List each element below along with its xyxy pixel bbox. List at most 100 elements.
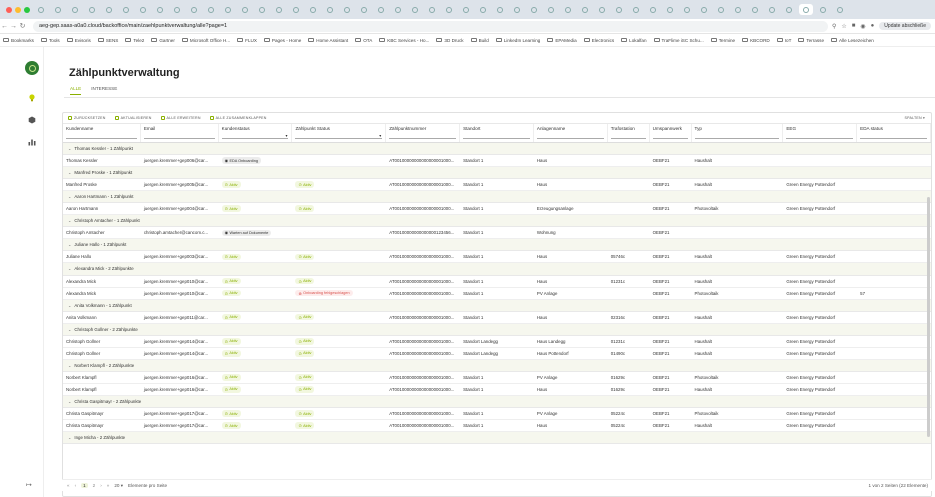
browser-tab[interactable] [204,4,218,15]
browser-tab[interactable] [391,4,405,15]
table-row[interactable]: Christoph Amtacher christoph.amtacher@can… [63,227,931,240]
browser-tab[interactable] [578,4,592,15]
close-window-icon[interactable] [6,6,12,13]
group-row[interactable]: ⌄ Anita Volkmann - 1 Zählpunkt [63,299,931,312]
maximize-window-icon[interactable] [24,6,30,13]
column-header[interactable]: Kundenname [63,124,141,142]
column-header[interactable]: Zählpunkt Status ▾ [292,124,387,142]
browser-tab[interactable] [510,4,524,15]
group-row[interactable]: ⌄ Christoph Amtacher - 1 Zählpunkt [63,215,931,228]
bookmark-item[interactable]: Alle Lesezeichen [831,38,874,43]
browser-tab[interactable] [238,4,252,15]
browser-tab[interactable] [629,4,643,15]
browser-tab[interactable] [748,4,762,15]
bookmark-item[interactable]: Microsoft Office H... [181,38,230,43]
browser-tab[interactable] [68,4,82,15]
back-icon[interactable]: ← [0,23,9,30]
table-row[interactable]: Juliane Hallo juergen.kremmer+gep003@car.… [63,251,931,264]
column-header[interactable]: Email [141,124,219,142]
table-row[interactable]: Anita Volkmann juergen.kremmer+gep011@car… [63,311,931,324]
column-header[interactable]: Trafostation [608,124,650,142]
browser-tab[interactable] [102,4,116,15]
last-page-icon[interactable]: » [107,483,110,488]
group-row[interactable]: ⌄ Christa Gaspitmayr - 2 Zählpunkte [63,395,931,409]
chevron-down-icon[interactable]: ⌄ [68,218,71,223]
column-header[interactable]: Standort [460,124,534,142]
tab-interesse[interactable]: INTERESSE [91,86,117,95]
column-filter-input[interactable] [143,138,215,139]
bookmark-item[interactable]: Evisoris [66,38,91,43]
browser-tab[interactable] [527,4,541,15]
browser-tab[interactable] [272,4,286,15]
first-page-icon[interactable]: « [67,483,70,488]
chevron-down-icon[interactable]: ⌄ [68,363,71,368]
browser-tab[interactable] [782,4,796,15]
browser-tab[interactable] [544,4,558,15]
browser-tab[interactable] [221,4,235,15]
hexagon-icon[interactable] [28,116,36,124]
browser-tab[interactable] [765,4,779,15]
browser-tab[interactable] [714,4,728,15]
column-header[interactable]: EDA status [857,124,931,142]
group-row[interactable]: ⌄ Thomas Kessler - 1 Zählpunkt [63,143,931,156]
bookmark-item[interactable]: LinkedIn Learning [495,38,540,43]
browser-tab[interactable] [459,4,473,15]
column-header[interactable]: Umspannwerk [650,124,692,142]
browser-tab[interactable] [816,4,830,15]
update-button[interactable]: Update abschließe [879,22,931,30]
column-filter-input[interactable] [652,138,688,139]
profile-icon[interactable]: ● [871,23,875,29]
vertical-scrollbar[interactable] [927,197,930,437]
chevron-down-icon[interactable]: ⌄ [68,303,71,308]
table-row[interactable]: Alexandra Mick juergen.kremmer+gep010@car… [63,287,931,300]
browser-tab[interactable] [153,4,167,15]
bookmark-item[interactable]: FLUX [237,38,257,43]
browser-tab[interactable] [187,4,201,15]
browser-tab[interactable] [680,4,694,15]
group-row[interactable]: ⌄ Juliane Hallo - 1 Zählpunkt [63,239,931,252]
bookmark-item[interactable]: IoT [776,38,791,43]
reset-button[interactable]: ZURÜCKSETZEN [68,116,106,120]
app-logo[interactable] [25,61,39,75]
column-header[interactable]: Zählpunktnummer [386,124,461,142]
browser-tab[interactable] [408,4,422,15]
column-header[interactable]: EEG [783,124,858,142]
reload-icon[interactable]: ↻ [18,22,27,30]
group-row[interactable]: ⌄ Inge Micha - 2 Zählpunkte [63,432,931,445]
column-filter-input[interactable] [536,138,604,139]
bookmark-item[interactable]: Lokalfan [621,38,647,43]
page-size-select[interactable]: 20 ▾ [114,483,123,489]
browser-tab[interactable] [136,4,150,15]
bookmark-item[interactable]: Bookmarks [3,38,34,43]
chart-icon[interactable] [28,138,36,146]
column-filter-input[interactable] [221,138,289,139]
star-icon[interactable]: ☆ [841,23,846,30]
table-row[interactable]: Alexandra Mick juergen.kremmer+gep010@car… [63,275,931,288]
bookmark-item[interactable]: OTA [355,38,372,43]
table-row[interactable]: Christa Gaspitmayr juergen.kremmer+gep017… [63,408,931,421]
group-row[interactable]: ⌄ Norbert Klampfl - 2 Zählpunkte [63,359,931,372]
table-row[interactable]: Christa Gaspitmayr juergen.kremmer+gep017… [63,420,931,433]
browser-tab[interactable] [697,4,711,15]
table-row[interactable]: Norbert Klampfl juergen.kremmer+gep016@ca… [63,383,931,396]
browser-tab[interactable] [374,4,388,15]
column-filter-input[interactable] [786,138,854,139]
browser-tab[interactable] [85,4,99,15]
tab-alle[interactable]: ALLE [70,86,82,95]
chevron-down-icon[interactable]: ⌄ [68,146,71,151]
browser-tab[interactable] [612,4,626,15]
browser-tab[interactable] [425,4,439,15]
browser-tab[interactable] [476,4,490,15]
filter-dropdown-icon[interactable]: ▾ [285,133,287,138]
extension-icon[interactable]: ■ [852,23,856,29]
group-row[interactable]: ⌄ Manfred Proske - 1 Zählpunkt [63,167,931,180]
column-filter-input[interactable] [610,138,646,139]
forward-icon[interactable]: → [9,23,18,30]
column-filter-input[interactable] [295,138,383,139]
table-row[interactable]: Christoph Gollner juergen.kremmer+gep014@… [63,347,931,360]
page-1-button[interactable]: 1 [81,483,88,488]
bookmark-item[interactable]: 3D Druck [436,38,464,43]
table-row[interactable]: Christoph Gollner juergen.kremmer+gep014@… [63,335,931,348]
bookmark-item[interactable]: TraFlime iSC Sc​hu... [653,38,704,43]
chevron-down-icon[interactable]: ⌄ [68,399,71,404]
